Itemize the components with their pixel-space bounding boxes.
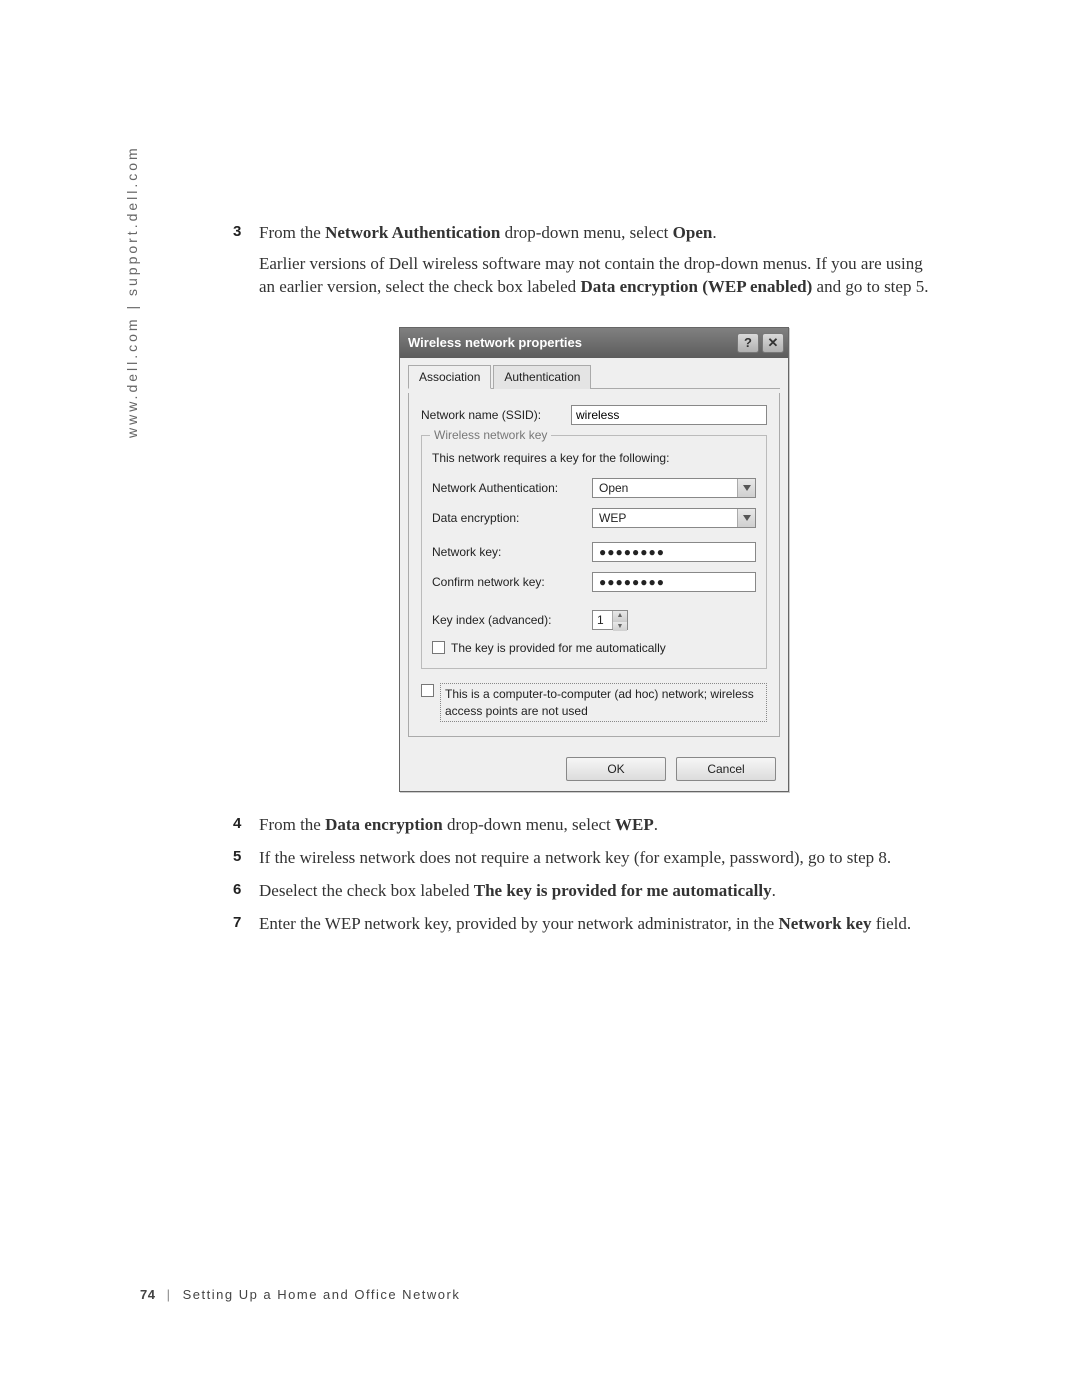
step-number: 4	[233, 814, 241, 834]
data-encryption-select[interactable]: WEP	[592, 508, 756, 528]
page-number: 74	[140, 1287, 155, 1302]
dialog-title: Wireless network properties	[408, 334, 582, 352]
fieldset-legend: Wireless network key	[430, 427, 551, 443]
network-auth-value: Open	[593, 480, 737, 496]
step-text: Deselect the check box labeled The key i…	[259, 881, 776, 900]
step-number: 6	[233, 880, 241, 900]
tab-strip: Association Authentication	[408, 364, 780, 389]
step-number: 5	[233, 847, 241, 867]
auto-key-label: The key is provided for me automatically	[451, 640, 666, 656]
association-panel: Network name (SSID): Wireless network ke…	[408, 393, 780, 737]
spin-down-icon[interactable]: ▼	[613, 622, 627, 631]
side-url-text: www.dell.com | support.dell.com	[124, 145, 140, 438]
step-5: 5 If the wireless network does not requi…	[233, 847, 933, 870]
fieldset-note: This network requires a key for the foll…	[432, 450, 756, 466]
dialog-screenshot: Wireless network properties ? ✕ Associat…	[399, 327, 933, 792]
main-content: 3 From the Network Authentication drop-d…	[233, 222, 933, 946]
step-3: 3 From the Network Authentication drop-d…	[233, 222, 933, 792]
step-text: From the Network Authentication drop-dow…	[259, 223, 717, 242]
step-text: Enter the WEP network key, provided by y…	[259, 914, 911, 933]
cancel-button[interactable]: Cancel	[676, 757, 776, 781]
footer-separator: |	[167, 1287, 172, 1302]
step-7: 7 Enter the WEP network key, provided by…	[233, 913, 933, 936]
adhoc-checkbox[interactable]	[421, 684, 434, 697]
wireless-properties-dialog: Wireless network properties ? ✕ Associat…	[399, 327, 789, 792]
auto-key-checkbox[interactable]	[432, 641, 445, 654]
page-footer: 74 | Setting Up a Home and Office Networ…	[140, 1287, 460, 1302]
step-3-paragraph: Earlier versions of Dell wireless softwa…	[259, 253, 933, 299]
step-4: 4 From the Data encryption drop-down men…	[233, 814, 933, 837]
wireless-key-fieldset: Wireless network key This network requir…	[421, 435, 767, 669]
help-icon[interactable]: ?	[737, 333, 759, 353]
spin-up-icon[interactable]: ▲	[613, 611, 627, 621]
ssid-input[interactable]	[571, 405, 767, 425]
tab-authentication[interactable]: Authentication	[493, 365, 591, 389]
step-text: If the wireless network does not require…	[259, 848, 891, 867]
chevron-down-icon	[737, 479, 755, 497]
network-auth-label: Network Authentication:	[432, 480, 592, 496]
step-number: 3	[233, 222, 241, 242]
tab-association[interactable]: Association	[408, 365, 491, 389]
step-number: 7	[233, 913, 241, 933]
key-index-value: 1	[593, 611, 612, 629]
adhoc-checkbox-row: This is a computer-to-computer (ad hoc) …	[421, 683, 767, 721]
auto-key-checkbox-row: The key is provided for me automatically	[432, 640, 756, 656]
network-key-input[interactable]: ●●●●●●●●	[592, 542, 756, 562]
adhoc-label: This is a computer-to-computer (ad hoc) …	[440, 683, 767, 721]
step-6: 6 Deselect the check box labeled The key…	[233, 880, 933, 903]
network-auth-select[interactable]: Open	[592, 478, 756, 498]
key-index-stepper[interactable]: 1 ▲ ▼	[592, 610, 628, 630]
close-icon[interactable]: ✕	[762, 333, 784, 353]
key-index-label: Key index (advanced):	[432, 612, 592, 628]
chevron-down-icon	[737, 509, 755, 527]
network-key-label: Network key:	[432, 544, 592, 560]
data-encryption-label: Data encryption:	[432, 510, 592, 526]
ok-button[interactable]: OK	[566, 757, 666, 781]
data-encryption-value: WEP	[593, 510, 737, 526]
confirm-key-label: Confirm network key:	[432, 574, 592, 590]
ssid-label: Network name (SSID):	[421, 407, 571, 423]
confirm-key-input[interactable]: ●●●●●●●●	[592, 572, 756, 592]
step-text: From the Data encryption drop-down menu,…	[259, 815, 658, 834]
step-list: 3 From the Network Authentication drop-d…	[233, 222, 933, 936]
section-title: Setting Up a Home and Office Network	[183, 1287, 461, 1302]
dialog-footer: OK Cancel	[400, 747, 788, 791]
dialog-titlebar: Wireless network properties ? ✕	[400, 328, 788, 358]
